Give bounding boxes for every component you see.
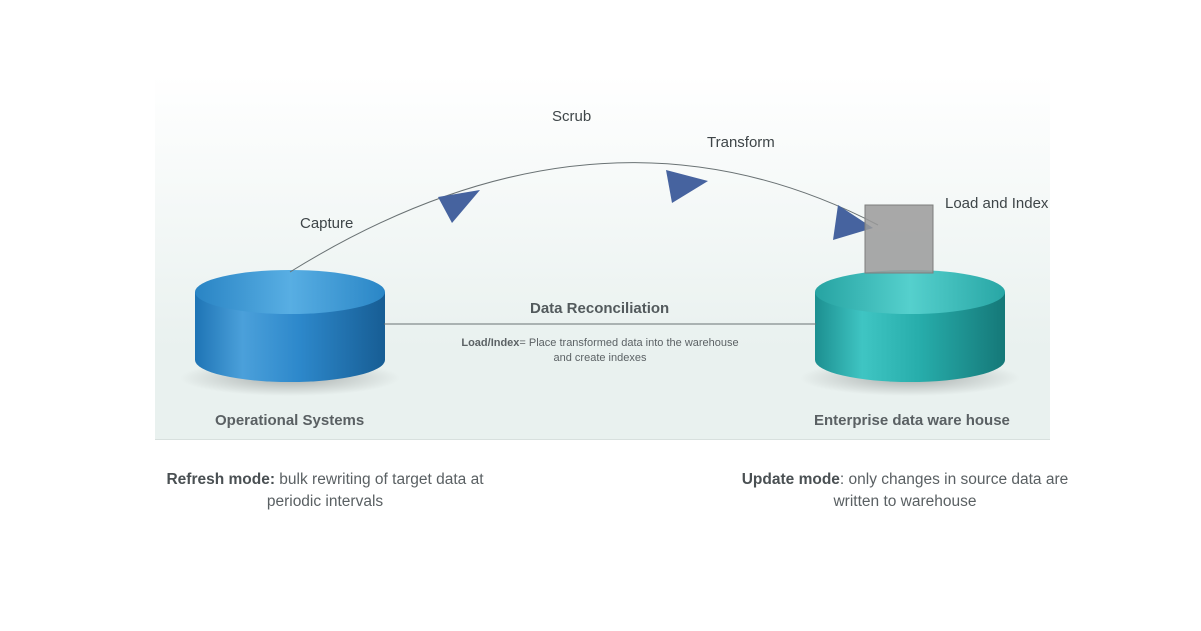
caption-update: Update mode: only changes in source data…: [740, 469, 1070, 514]
caption-refresh: Refresh mode: bulk rewriting of target d…: [160, 469, 490, 514]
label-scrub: Scrub: [552, 108, 591, 125]
label-source-system: Operational Systems: [215, 412, 364, 429]
diagram-panel: [155, 75, 1050, 440]
label-note: Load/Index= Place transformed data into …: [455, 336, 745, 366]
label-reconciliation: Data Reconciliation: [530, 300, 669, 317]
label-transform: Transform: [707, 134, 775, 151]
label-capture: Capture: [300, 215, 353, 232]
label-load-index: Load and Index: [945, 195, 1048, 212]
label-target-system: Enterprise data ware house: [814, 412, 1010, 429]
